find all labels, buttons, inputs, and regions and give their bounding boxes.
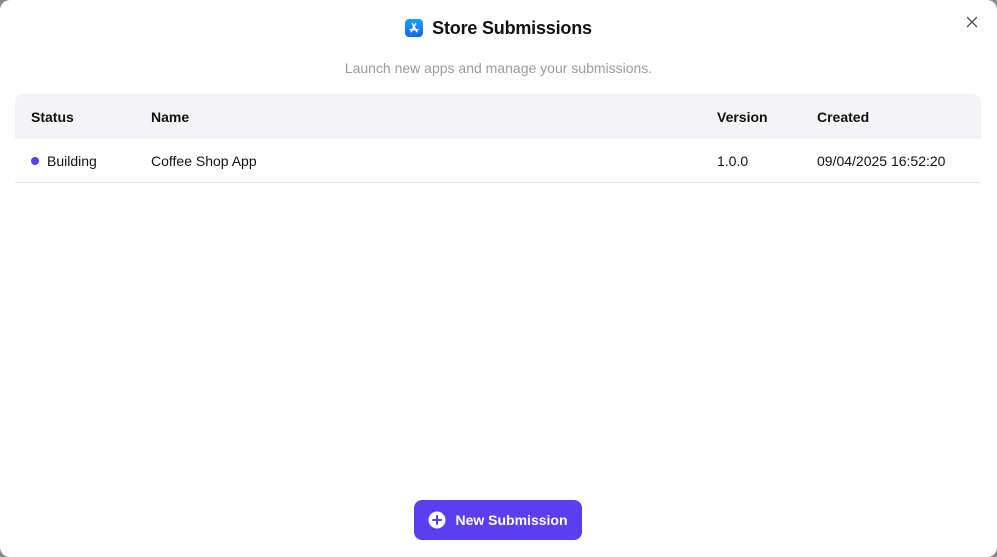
dialog-header: Store Submissions (0, 16, 997, 40)
column-header-version[interactable]: Version (717, 94, 768, 139)
column-header-name[interactable]: Name (151, 94, 189, 139)
store-submissions-dialog: Store Submissions Launch new apps and ma… (0, 0, 997, 557)
submissions-table: Status Name Version Created Building Cof… (15, 94, 981, 183)
plus-circle-icon (428, 511, 446, 529)
column-header-status[interactable]: Status (31, 94, 74, 139)
new-submission-button[interactable]: New Submission (414, 500, 582, 540)
close-button[interactable] (963, 13, 981, 31)
column-header-created[interactable]: Created (817, 94, 869, 139)
version-cell: 1.0.0 (717, 152, 749, 169)
new-submission-label: New Submission (455, 512, 568, 528)
dialog-subtitle: Launch new apps and manage your submissi… (344, 60, 653, 76)
name-cell: Coffee Shop App (151, 152, 257, 169)
created-cell: 09/04/2025 16:52:20 (817, 152, 946, 169)
status-dot-icon (31, 156, 39, 165)
table-header: Status Name Version Created (15, 94, 981, 139)
dialog-title: Store Submissions (432, 17, 592, 38)
status-text: Building (47, 152, 97, 169)
table-row[interactable]: Building Coffee Shop App 1.0.0 09/04/202… (15, 139, 981, 183)
app-store-icon (405, 19, 424, 37)
close-icon (966, 16, 978, 28)
status-cell: Building (31, 139, 97, 182)
